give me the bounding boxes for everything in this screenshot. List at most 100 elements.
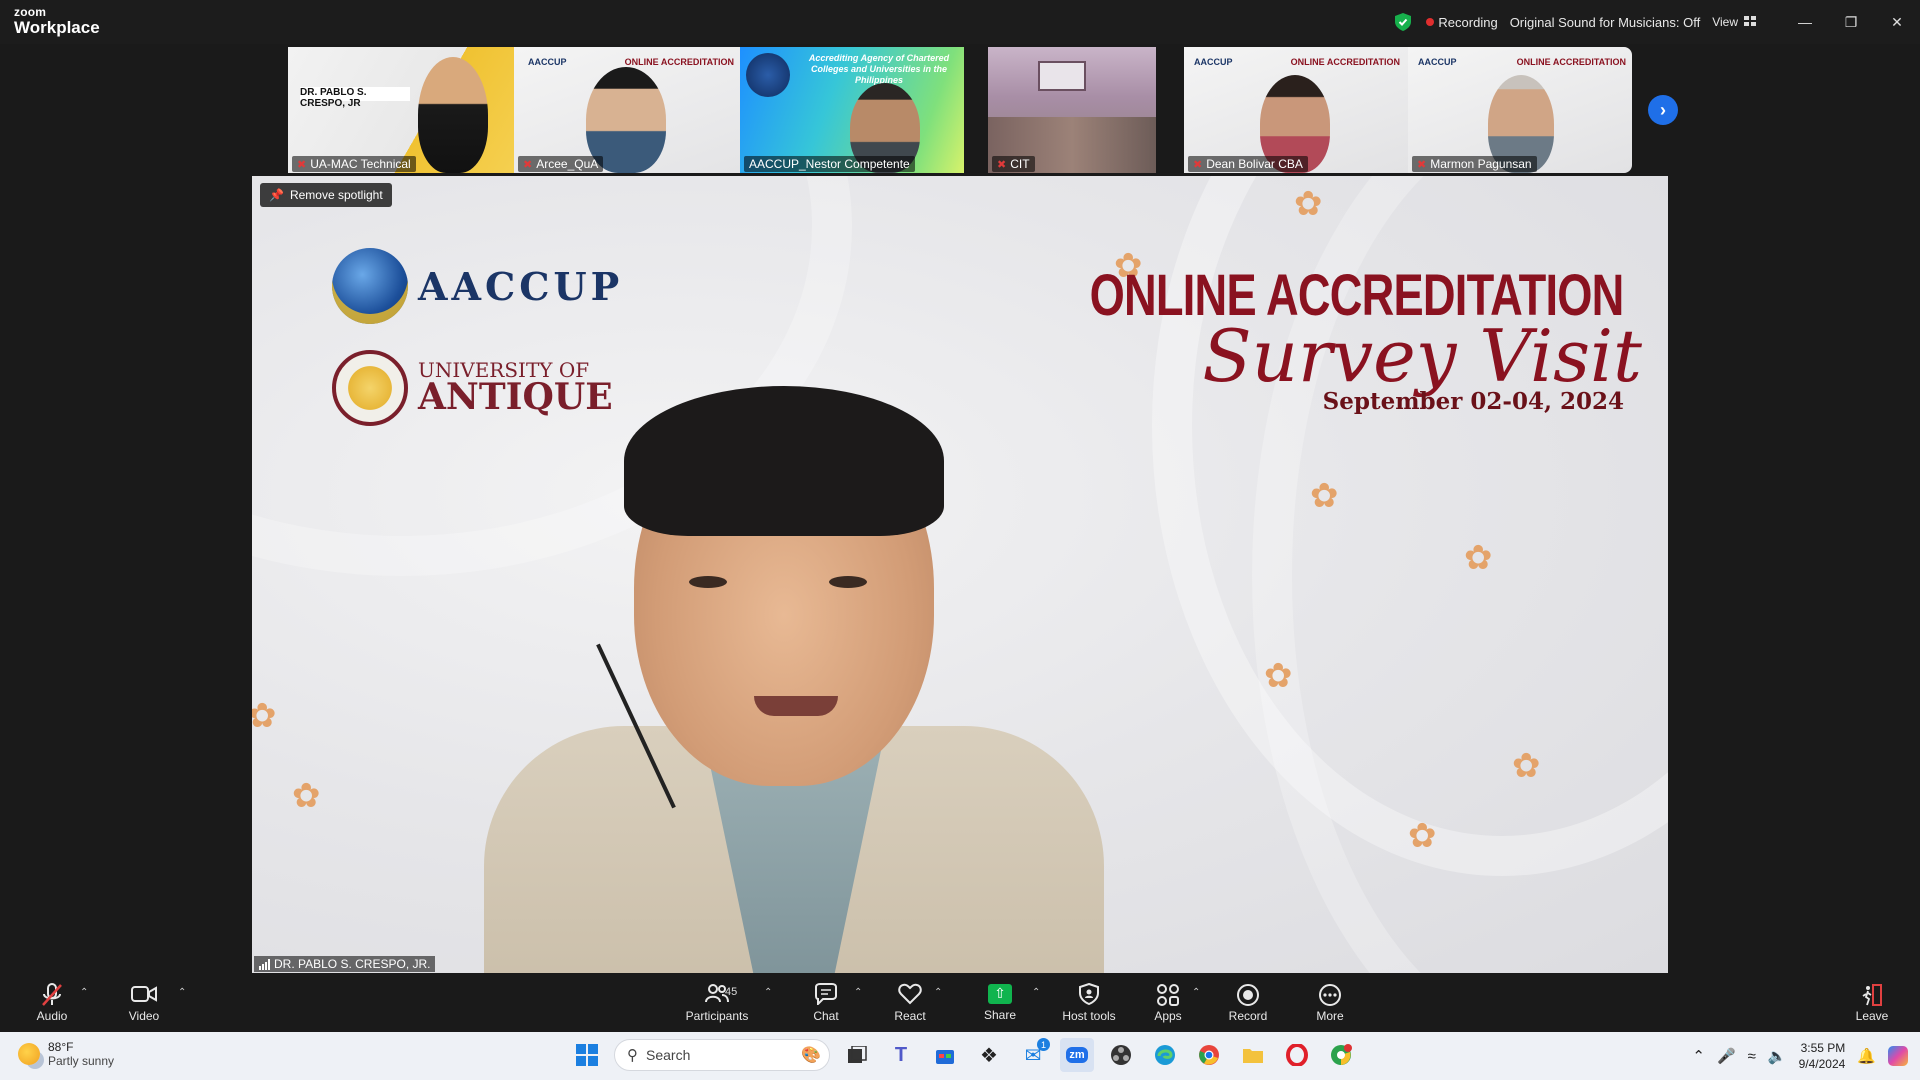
edge-icon[interactable] xyxy=(1148,1038,1182,1072)
search-highlight-icon: 🎨 xyxy=(801,1047,821,1064)
store-icon[interactable] xyxy=(928,1038,962,1072)
participant-name-label: ✖ CIT xyxy=(992,156,1035,172)
remove-spotlight-button[interactable]: 📌 Remove spotlight xyxy=(260,183,392,207)
react-button[interactable]: React xyxy=(890,973,930,1032)
mic-muted-icon: ✖ xyxy=(1417,158,1427,171)
tray-overflow-chevron-icon[interactable]: ⌃ xyxy=(1692,1047,1705,1065)
participant-name: Dean Bolivar CBA xyxy=(1206,157,1303,171)
windows-taskbar: 88°F Partly sunny ⚲ Search 🎨 T ❖ ✉ 1 zm ⌃… xyxy=(0,1032,1920,1080)
view-button[interactable]: View xyxy=(1712,15,1756,29)
participant-name-label: AACCUP_Nestor Competente xyxy=(744,156,915,172)
speaker-volume-icon[interactable]: 🔈 xyxy=(1768,1047,1787,1065)
chrome-icon[interactable] xyxy=(1192,1038,1226,1072)
participant-tile[interactable]: DR. PABLO S. CRESPO, JR ✖ UA-MAC Technica… xyxy=(288,47,514,173)
minimize-icon[interactable]: — xyxy=(1782,0,1828,44)
chat-label: Chat xyxy=(813,1008,839,1023)
participants-icon: 45 xyxy=(705,983,737,1009)
dropbox-icon[interactable]: ❖ xyxy=(972,1038,1006,1072)
record-button[interactable]: Record xyxy=(1228,973,1268,1032)
share-screen-icon: ⇧ xyxy=(988,983,1012,1004)
weather-widget[interactable]: 88°F Partly sunny xyxy=(18,1040,114,1068)
react-label: React xyxy=(894,1008,926,1023)
microphone-tray-icon[interactable]: 🎤 xyxy=(1717,1047,1736,1065)
mail-icon[interactable]: ✉ 1 xyxy=(1016,1038,1050,1072)
banner-subtitle: Survey Visit xyxy=(1202,314,1642,398)
zoom-logo: zoom Workplace xyxy=(14,6,100,36)
participant-tile[interactable]: Accrediting Agency of Chartered Colleges… xyxy=(740,47,964,173)
share-button[interactable]: ⇧ Share xyxy=(980,973,1020,1032)
react-caret-icon[interactable]: ⌃ xyxy=(934,987,942,998)
video-label: Video xyxy=(128,1008,160,1023)
share-caret-icon[interactable]: ⌃ xyxy=(1032,987,1040,998)
leave-button[interactable]: Leave xyxy=(1854,973,1890,1032)
task-view-icon[interactable] xyxy=(840,1038,874,1072)
share-label: Share xyxy=(983,1007,1017,1022)
chat-button[interactable]: Chat xyxy=(806,973,846,1032)
thumb-caption: AACCUP xyxy=(1194,57,1233,67)
file-explorer-icon[interactable] xyxy=(1236,1038,1270,1072)
windows-start-icon[interactable] xyxy=(570,1038,604,1072)
audio-options-caret-icon[interactable]: ⌃ xyxy=(80,987,88,998)
recording-dot-icon xyxy=(1426,18,1435,26)
close-icon[interactable]: ✕ xyxy=(1874,0,1920,44)
leave-label: Leave xyxy=(1855,1008,1889,1023)
restore-icon[interactable]: ❐ xyxy=(1828,0,1874,44)
taskbar-search-input[interactable]: ⚲ Search 🎨 xyxy=(614,1039,830,1071)
spotlight-video[interactable]: ✿ ✿ ✿ ✿ ✿ ✿ ✿ ✿ ✿ AACCUP UNIVERSITY OF A… xyxy=(252,176,1668,973)
camera-icon xyxy=(131,983,157,1009)
participant-tile[interactable]: AACCUP ONLINE ACCREDITATION ✖ Dean Boliva… xyxy=(1184,47,1408,173)
search-placeholder: Search xyxy=(646,1047,691,1063)
weather-condition: Partly sunny xyxy=(48,1054,115,1068)
video-options-caret-icon[interactable]: ⌃ xyxy=(178,987,186,998)
participant-tile[interactable]: ✖ CIT xyxy=(988,47,1156,173)
next-page-chevron-icon[interactable]: › xyxy=(1648,95,1678,125)
participant-tile[interactable]: AACCUP ONLINE ACCREDITATION ✖ Marmon Pagu… xyxy=(1408,47,1632,173)
participant-name-label: ✖ Marmon Pagunsan xyxy=(1412,156,1537,172)
apps-button[interactable]: Apps xyxy=(1148,973,1188,1032)
audio-button[interactable]: Audio xyxy=(32,973,72,1032)
flower-decoration-icon: ✿ xyxy=(252,697,277,735)
original-sound-toggle[interactable]: Original Sound for Musicians: Off xyxy=(1510,15,1701,30)
participant-name-label: ✖ Arcee_QuA xyxy=(518,156,604,172)
participant-tile[interactable]: AACCUP ONLINE ACCREDITATION ✖ Arcee_QuA xyxy=(514,47,740,173)
copilot-icon[interactable] xyxy=(1888,1046,1908,1066)
taskbar-clock[interactable]: 3:55 PM 9/4/2024 xyxy=(1799,1040,1846,1072)
participant-strip: DR. PABLO S. CRESPO, JR ✖ UA-MAC Technica… xyxy=(288,47,1632,173)
room-window xyxy=(1038,61,1086,91)
host-shield-icon xyxy=(1079,982,1099,1009)
title-bar: zoom Workplace Recording Original Sound … xyxy=(0,0,1920,44)
view-label: View xyxy=(1712,15,1738,29)
aaccup-text: AACCUP xyxy=(418,263,624,309)
participants-caret-icon[interactable]: ⌃ xyxy=(764,987,772,998)
aaccup-logo: AACCUP xyxy=(332,248,623,324)
zoom-app-icon[interactable]: zm xyxy=(1060,1038,1094,1072)
speaker-name: DR. PABLO S. CRESPO, JR. xyxy=(274,957,431,971)
flower-decoration-icon: ✿ xyxy=(1408,817,1437,855)
flower-decoration-icon: ✿ xyxy=(1294,185,1323,223)
wifi-icon[interactable]: ≈ xyxy=(1748,1048,1756,1065)
teams-icon[interactable]: T xyxy=(884,1038,918,1072)
mic-muted-icon xyxy=(41,982,63,1009)
weather-temperature: 88°F xyxy=(48,1040,74,1054)
flower-decoration-icon: ✿ xyxy=(1264,657,1293,695)
chat-caret-icon[interactable]: ⌃ xyxy=(854,987,862,998)
search-icon: ⚲ xyxy=(627,1047,638,1064)
participants-button[interactable]: 45 Participants xyxy=(682,973,752,1032)
host-tools-button[interactable]: Host tools xyxy=(1058,973,1120,1032)
obs-icon[interactable] xyxy=(1104,1038,1138,1072)
signal-bars-icon xyxy=(259,958,270,970)
notification-bell-icon[interactable]: 🔔 xyxy=(1857,1047,1876,1065)
video-button[interactable]: Video xyxy=(124,973,164,1032)
encryption-shield-icon[interactable] xyxy=(1394,12,1412,32)
participants-count: 45 xyxy=(725,985,738,998)
more-button[interactable]: More xyxy=(1312,973,1348,1032)
participant-figure xyxy=(418,57,488,173)
apps-caret-icon[interactable]: ⌃ xyxy=(1192,987,1200,998)
chrome-profile-icon[interactable] xyxy=(1324,1038,1358,1072)
mic-muted-icon: ✖ xyxy=(297,158,307,171)
opera-icon[interactable] xyxy=(1280,1038,1314,1072)
recording-status[interactable]: Recording xyxy=(1438,15,1497,30)
mic-muted-icon: ✖ xyxy=(997,158,1007,171)
participant-name-label: ✖ UA-MAC Technical xyxy=(292,156,416,172)
apps-icon xyxy=(1156,983,1180,1009)
